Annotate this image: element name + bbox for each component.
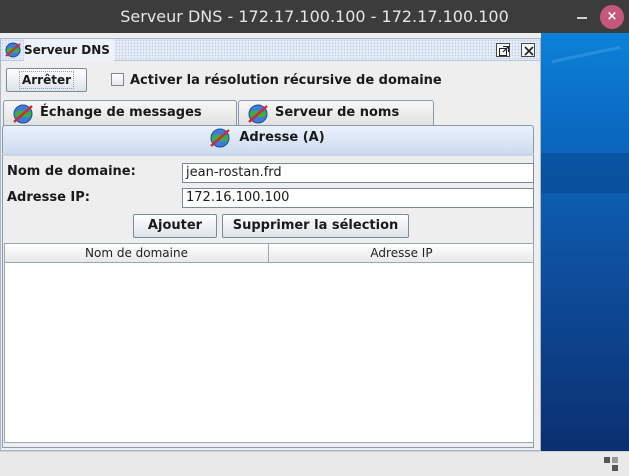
column-header-domain[interactable]: Nom de domaine [5,244,269,262]
desktop-decoration [541,153,629,193]
close-window-button[interactable]: × [600,5,624,29]
ip-address-field[interactable]: 172.16.100.100 [182,188,534,208]
table-header: Nom de domaine Adresse IP [5,244,533,263]
window-title: Serveur DNS - 172.17.100.100 - 172.17.10… [120,7,509,26]
globe-network-icon [248,104,268,124]
domain-name-label: Nom de domaine: [7,164,136,179]
globe-network-icon [13,104,33,124]
tab-a[interactable]: Adresse (A) [2,125,534,153]
maximize-icon [499,46,509,56]
window-titlebar: Serveur DNS - 172.17.100.100 - 172.17.10… [0,0,629,33]
minimize-icon[interactable] [574,8,590,24]
recursive-resolution-label: Activer la résolution récursive de domai… [130,73,442,88]
stop-button[interactable]: Arrêter [6,68,87,92]
dns-server-internal-frame: Serveur DNS Arrêter Activer la résolutio… [0,38,541,451]
stop-button-label: Arrêter [18,71,75,89]
close-icon [524,46,534,56]
frame-title: Serveur DNS [24,39,114,61]
add-button[interactable]: Ajouter [133,214,217,238]
column-header-ip[interactable]: Adresse IP [270,244,533,262]
globe-network-icon [210,128,231,148]
records-table[interactable]: Nom de domaine Adresse IP [4,243,534,443]
tab-ns[interactable]: Serveur de noms (NS) [238,100,434,144]
tab-a-label-wrap: Adresse (A) [210,126,325,150]
tab-mx[interactable]: Échange de messages (MX) [3,100,237,144]
window-switch-icon[interactable] [604,457,618,471]
domain-name-field[interactable]: jean-rostan.frd [182,163,534,183]
tab-a-label: Adresse (A) [239,130,325,145]
bottom-status-bar [0,451,629,476]
delete-selection-button[interactable]: Supprimer la sélection [222,214,409,238]
recursive-resolution-toggle[interactable]: Activer la résolution récursive de domai… [111,71,442,91]
close-frame-button[interactable] [521,43,535,57]
maximize-frame-button[interactable] [496,43,510,57]
desktop-background [541,33,629,451]
frame-titlebar: Serveur DNS [1,39,540,61]
recursive-resolution-checkbox[interactable] [111,73,124,86]
globe-network-icon [5,42,21,58]
ip-address-label: Adresse IP: [7,190,90,205]
desktop-decoration [551,45,621,64]
